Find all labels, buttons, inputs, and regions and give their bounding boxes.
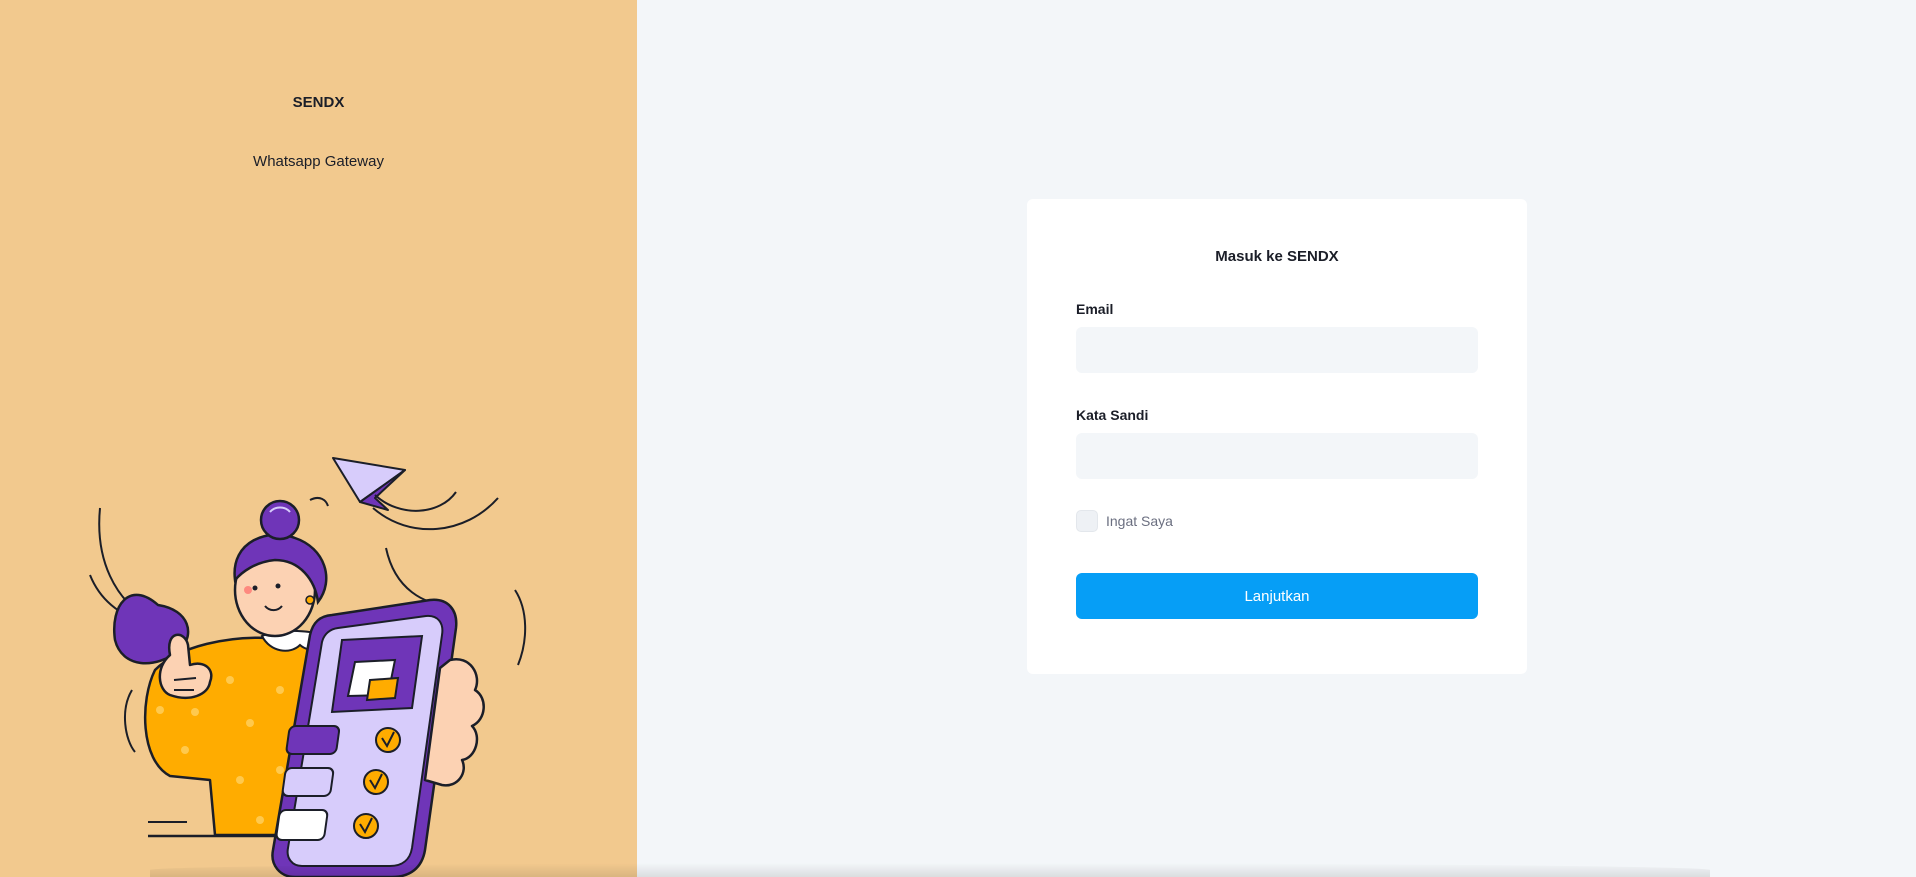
brand-tagline: Whatsapp Gateway (253, 153, 384, 170)
email-field[interactable] (1076, 327, 1478, 373)
brand-panel: SENDX Whatsapp Gateway (0, 0, 637, 877)
remember-me-row[interactable]: Ingat Saya (1076, 510, 1173, 532)
paper-plane-icon (332, 457, 406, 511)
email-label: Email (1076, 301, 1114, 317)
remember-me-label[interactable]: Ingat Saya (1106, 513, 1173, 529)
login-title: Masuk ke SENDX (1215, 248, 1339, 265)
woman-with-phone-illustration (89, 457, 527, 877)
continue-button[interactable]: Lanjutkan (1076, 573, 1478, 619)
remember-me-checkbox[interactable] (1076, 510, 1098, 532)
brand-name: SENDX (292, 94, 345, 111)
login-card: Masuk ke SENDX Email Kata Sandi Ingat Sa… (1027, 199, 1527, 674)
password-label: Kata Sandi (1076, 407, 1149, 423)
password-field[interactable] (1076, 433, 1478, 479)
